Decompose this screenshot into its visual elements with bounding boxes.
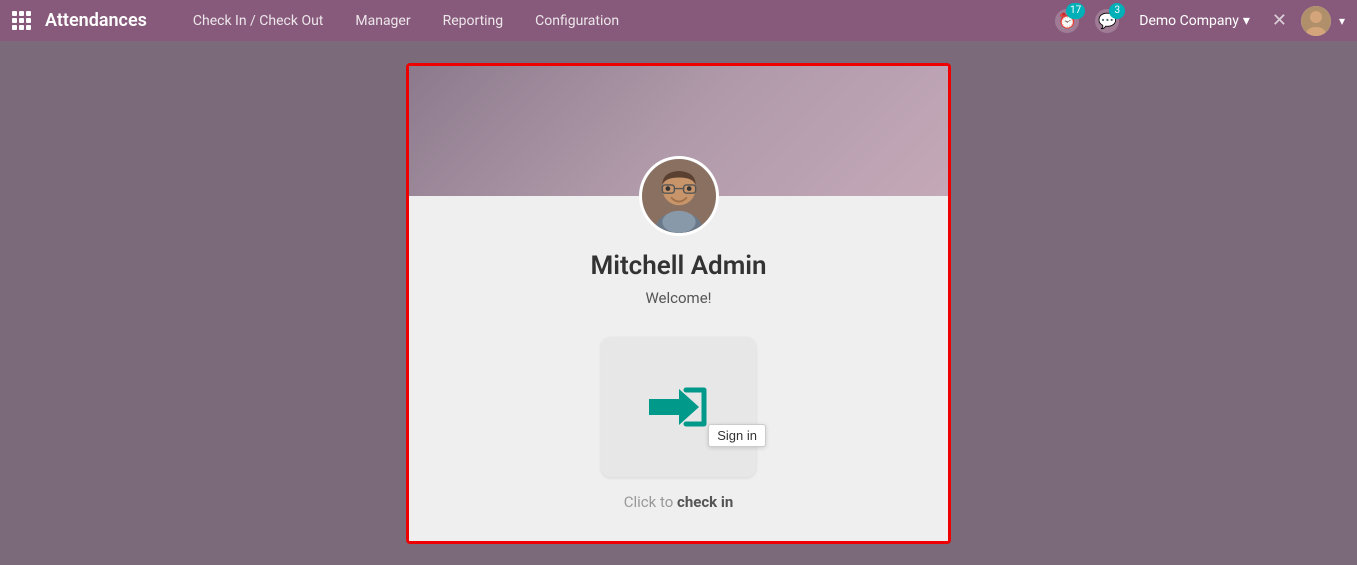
nav-checkin-checkout[interactable]: Check In / Check Out bbox=[177, 0, 339, 41]
notifications-button[interactable]: ⏰ 17 bbox=[1051, 5, 1083, 37]
company-name: Demo Company bbox=[1139, 13, 1239, 29]
user-name: Mitchell Admin bbox=[590, 251, 766, 281]
nav-reporting[interactable]: Reporting bbox=[427, 0, 520, 41]
company-switcher[interactable]: Demo Company ▾ bbox=[1131, 13, 1258, 29]
company-chevron-icon: ▾ bbox=[1243, 13, 1250, 29]
signin-tooltip: Sign in bbox=[708, 424, 766, 447]
grid-icon bbox=[12, 11, 31, 30]
app-title: Attendances bbox=[45, 10, 147, 31]
checkin-label-bold: check in bbox=[677, 493, 733, 511]
signin-icon bbox=[644, 372, 714, 442]
messages-button[interactable]: 💬 3 bbox=[1091, 5, 1123, 37]
navbar: Attendances Check In / Check Out Manager… bbox=[0, 0, 1357, 41]
card-header bbox=[409, 66, 948, 196]
checkin-label-prefix: Click to bbox=[624, 493, 677, 511]
notifications-badge: 17 bbox=[1066, 3, 1085, 19]
navbar-right: ⏰ 17 💬 3 Demo Company ▾ ✕ ▾ bbox=[1051, 5, 1345, 37]
attendance-card: Mitchell Admin Welcome! Sign in bbox=[406, 63, 951, 544]
nav-configuration[interactable]: Configuration bbox=[519, 0, 635, 41]
user-avatar-chevron-icon[interactable]: ▾ bbox=[1339, 14, 1345, 28]
welcome-text: Welcome! bbox=[645, 289, 711, 307]
card-user-avatar bbox=[639, 156, 719, 236]
nav-menu: Check In / Check Out Manager Reporting C… bbox=[177, 0, 1051, 41]
card-body: Mitchell Admin Welcome! Sign in bbox=[409, 196, 948, 541]
close-button[interactable]: ✕ bbox=[1266, 10, 1293, 31]
messages-badge: 3 bbox=[1109, 3, 1125, 19]
nav-manager[interactable]: Manager bbox=[339, 0, 426, 41]
checkin-label: Click to check in bbox=[624, 493, 734, 511]
checkin-button[interactable]: Sign in bbox=[601, 337, 756, 477]
user-avatar[interactable] bbox=[1301, 6, 1331, 36]
grid-menu-icon[interactable] bbox=[12, 11, 31, 30]
main-content: Mitchell Admin Welcome! Sign in bbox=[0, 41, 1357, 565]
